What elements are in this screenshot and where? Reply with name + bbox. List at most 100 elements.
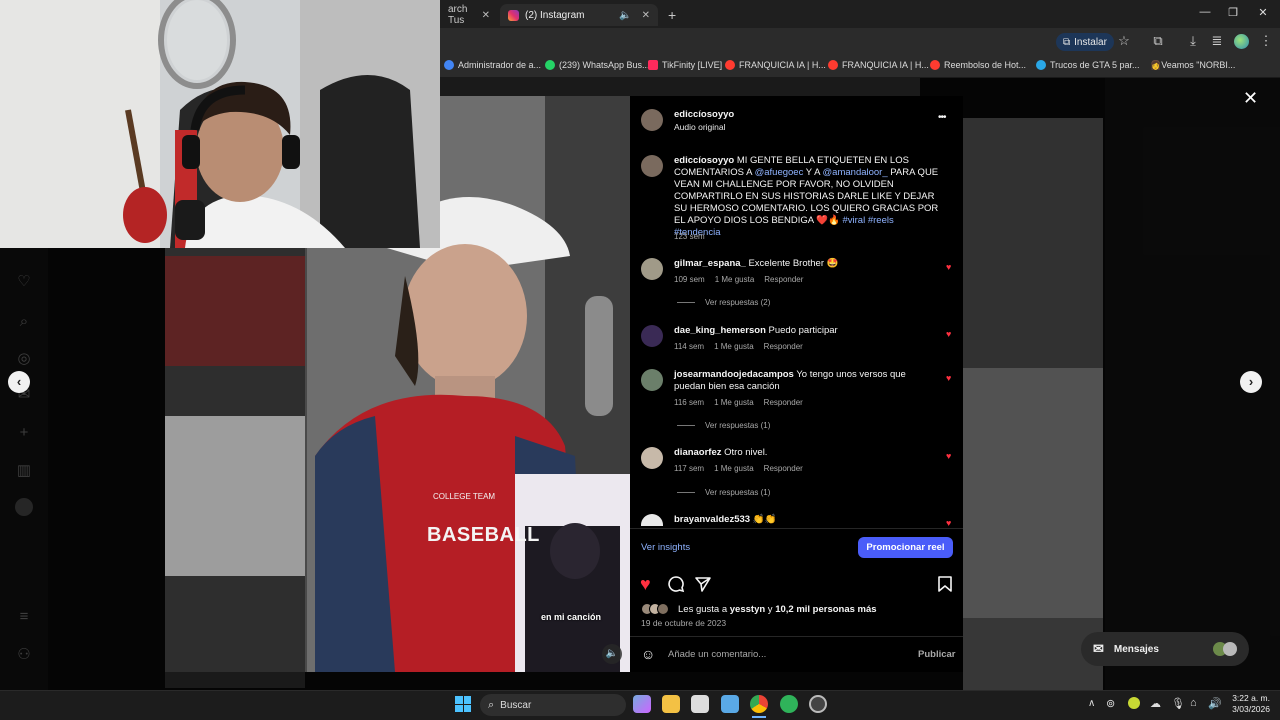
new-tab-button[interactable]: +: [660, 4, 682, 26]
comment-avatar[interactable]: [641, 258, 663, 280]
downloads-icon[interactable]: ⤓: [1185, 34, 1201, 48]
like-heart-icon[interactable]: ♥: [640, 574, 651, 594]
bookmark-item[interactable]: TikFinity [LIVE]: [648, 60, 722, 70]
minimize-window-icon[interactable]: —: [1198, 6, 1212, 18]
liked-by-text[interactable]: Les gusta a yesstyn y 10,2 mil personas …: [678, 604, 877, 615]
comment-avatar[interactable]: [641, 447, 663, 469]
browser-menu-icon[interactable]: ⋮: [1258, 34, 1274, 48]
comment-username[interactable]: dianaorfez: [674, 447, 722, 458]
close-modal-icon[interactable]: ✕: [1243, 89, 1258, 107]
promote-reel-button[interactable]: Promocionar reel: [858, 537, 953, 558]
messenger-icon: ✉: [1093, 641, 1104, 656]
browser-profile-avatar[interactable]: [1234, 34, 1249, 49]
author-avatar[interactable]: [641, 109, 663, 131]
comment-like-heart-icon[interactable]: ♥: [946, 518, 951, 528]
tikfinity-icon: [648, 60, 658, 70]
network-icon[interactable]: ⌂: [1190, 697, 1197, 709]
comment-avatar[interactable]: [641, 369, 663, 391]
mute-toggle-icon[interactable]: 🔈: [602, 644, 622, 664]
photos-app-icon[interactable]: [721, 695, 739, 713]
address-bar[interactable]: [440, 31, 1040, 53]
bookmark-item[interactable]: FRANQUICIA IA | H...: [725, 60, 826, 70]
liked-by-avatars[interactable]: [641, 603, 669, 615]
bookmark-star-icon[interactable]: ☆: [1116, 34, 1132, 48]
bookmark-item[interactable]: Reembolso de Hot...: [930, 60, 1026, 70]
bookmark-item[interactable]: (239) WhatsApp Bus...: [545, 60, 650, 70]
extensions-icon[interactable]: ⧉: [1150, 34, 1166, 48]
comment-input[interactable]: Añade un comentario...: [668, 649, 766, 660]
comment-like-heart-icon[interactable]: ♥: [946, 329, 951, 339]
mention-link[interactable]: @afuegoec: [755, 167, 804, 178]
restore-window-icon[interactable]: ❐: [1226, 6, 1240, 19]
instagram-favicon-icon: [508, 9, 519, 21]
tray-app-icon[interactable]: ⊚: [1106, 697, 1115, 710]
audio-label[interactable]: Audio original: [674, 122, 726, 132]
more-options-icon[interactable]: •••: [938, 112, 946, 123]
next-post-chevron-icon[interactable]: ›: [1240, 371, 1262, 393]
whatsapp-icon: [545, 60, 555, 70]
chrome-app-icon[interactable]: [750, 695, 768, 713]
comment-bubble-icon[interactable]: [667, 575, 685, 593]
comment-likes[interactable]: 1 Me gusta: [714, 398, 754, 407]
show-hidden-icons-chevron-icon[interactable]: ∧: [1088, 698, 1095, 709]
previous-post-chevron-icon[interactable]: ‹: [8, 371, 30, 393]
reply-button[interactable]: Responder: [764, 342, 803, 351]
emoji-icon[interactable]: ☺: [641, 646, 655, 662]
divider: [630, 636, 963, 637]
messages-pill[interactable]: ✉ Mensajes: [1081, 632, 1249, 666]
whatsapp-app-icon[interactable]: [780, 695, 798, 713]
comment-likes[interactable]: 1 Me gusta: [714, 464, 754, 473]
mention-link[interactable]: @amandaloor_: [823, 167, 888, 178]
taskbar-search-box[interactable]: ⌕ Buscar: [480, 694, 626, 716]
cloud-sync-icon[interactable]: ☁: [1150, 697, 1161, 710]
widgets-app-icon[interactable]: [633, 695, 651, 713]
microphone-icon[interactable]: 🎙: [1171, 697, 1185, 710]
caption-avatar[interactable]: [641, 155, 663, 177]
bookmark-item[interactable]: 👩Veamos "NORBI...: [1150, 60, 1235, 71]
comment-username[interactable]: dae_king_hemerson: [674, 325, 766, 336]
comment-body: dae_king_hemerson Puedo participar: [674, 325, 838, 336]
active-app-indicator: [752, 716, 766, 718]
share-send-icon[interactable]: [694, 575, 712, 593]
caption-username[interactable]: ediccíosoyyo: [674, 155, 734, 166]
save-bookmark-icon[interactable]: [937, 575, 953, 593]
volume-icon[interactable]: 🔊: [1208, 697, 1222, 710]
reply-button[interactable]: Responder: [764, 464, 803, 473]
comment-likes[interactable]: 1 Me gusta: [715, 275, 755, 284]
comment-like-heart-icon[interactable]: ♥: [946, 373, 951, 383]
reply-button[interactable]: Responder: [764, 398, 803, 407]
comment-username[interactable]: josearmandoojedacampos: [674, 369, 794, 380]
view-replies-button[interactable]: Ver respuestas (1): [677, 488, 770, 497]
comment-like-heart-icon[interactable]: ♥: [946, 262, 951, 272]
comment-avatar[interactable]: [641, 325, 663, 347]
comment-username[interactable]: gilmar_espana_: [674, 258, 746, 269]
comment-likes[interactable]: 1 Me gusta: [714, 342, 754, 351]
obs-app-icon[interactable]: [809, 695, 827, 713]
post-date: 19 de octubre de 2023: [641, 618, 727, 628]
file-explorer-icon[interactable]: [662, 695, 680, 713]
bookmark-item[interactable]: Administrador de a...: [444, 60, 541, 70]
webcam-overlay: [0, 0, 440, 248]
taskbar-clock[interactable]: 3:22 a. m. 3/03/2026: [1228, 693, 1270, 715]
view-replies-button[interactable]: Ver respuestas (1): [677, 421, 770, 430]
bookmark-item[interactable]: FRANQUICIA IA | H...: [828, 60, 929, 70]
view-replies-button[interactable]: Ver respuestas (2): [677, 298, 770, 307]
comment-like-heart-icon[interactable]: ♥: [946, 451, 951, 461]
close-tab-icon[interactable]: ✕: [642, 10, 650, 21]
browser-tab[interactable]: arch Tus ✕: [440, 4, 498, 26]
view-insights-link[interactable]: Ver insights: [641, 542, 690, 553]
comment-username[interactable]: brayanvaldez533: [674, 514, 750, 525]
browser-tab-instagram[interactable]: (2) Instagram 🔈 ✕: [500, 4, 658, 26]
close-window-icon[interactable]: ✕: [1256, 6, 1270, 19]
publish-button[interactable]: Publicar: [918, 649, 956, 660]
reading-list-icon[interactable]: ≣: [1209, 34, 1225, 48]
install-app-button[interactable]: ⧉ Instalar: [1056, 33, 1114, 51]
store-app-icon[interactable]: [691, 695, 709, 713]
bookmark-item[interactable]: Trucos de GTA 5 par...: [1036, 60, 1140, 70]
tab-audio-icon[interactable]: 🔈: [619, 10, 631, 21]
tray-app-icon[interactable]: [1128, 697, 1140, 709]
reply-button[interactable]: Responder: [764, 275, 803, 284]
windows-start-icon[interactable]: [455, 696, 471, 712]
close-tab-icon[interactable]: ✕: [482, 10, 490, 21]
author-username[interactable]: ediccíosoyyo: [674, 109, 734, 120]
